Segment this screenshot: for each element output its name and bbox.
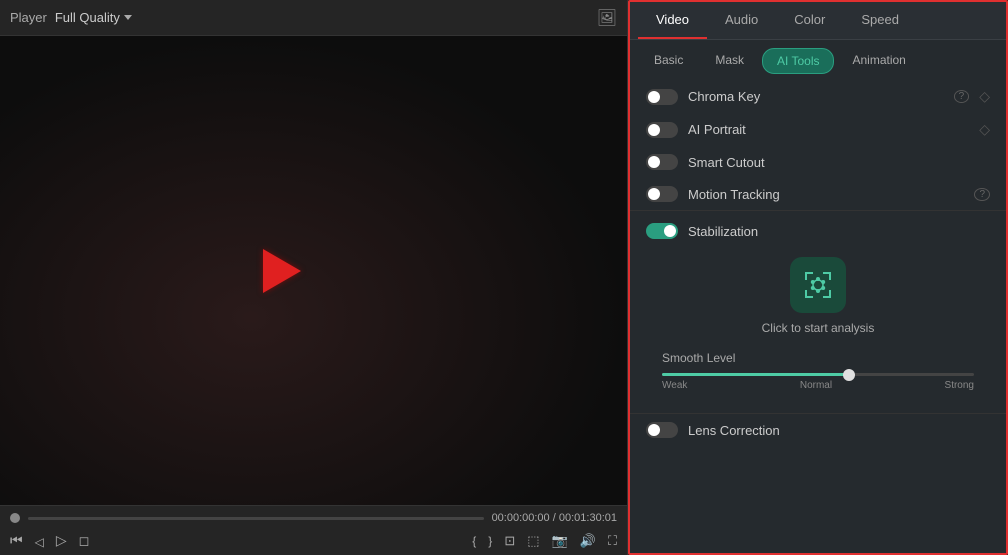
- smooth-level-labels: Weak Normal Strong: [662, 380, 974, 391]
- controls-right: { } ⊡ ⬚ 📷 🔊 ⛶: [472, 533, 617, 549]
- subtab-basic[interactable]: Basic: [640, 48, 697, 74]
- mark-out-button[interactable]: }: [488, 534, 492, 548]
- motion-tracking-help-icon[interactable]: ?: [974, 188, 990, 201]
- chroma-key-toggle[interactable]: [646, 89, 678, 105]
- lens-correction-row[interactable]: Lens Correction: [630, 413, 1006, 446]
- ai-portrait-reset-icon[interactable]: ◇: [979, 121, 990, 138]
- fullscreen-button[interactable]: ⛶: [608, 533, 617, 549]
- tool-item-ai-portrait[interactable]: AI Portrait ◇: [630, 113, 1006, 146]
- controls-row: { } ⊡ ⬚ 📷 🔊 ⛶: [10, 530, 617, 551]
- timeline-section: 00:00:00:00 / 00:01:30:01: [0, 505, 627, 555]
- stabilization-toggle[interactable]: [646, 223, 678, 239]
- video-preview: [0, 36, 627, 505]
- playhead-dot[interactable]: [10, 513, 20, 523]
- video-background: [0, 36, 627, 505]
- lens-correction-label: Lens Correction: [688, 423, 990, 438]
- sub-tabs: Basic Mask AI Tools Animation: [630, 40, 1006, 74]
- tab-speed[interactable]: Speed: [843, 2, 917, 39]
- progress-track[interactable]: [28, 517, 484, 520]
- play-button[interactable]: [56, 532, 67, 549]
- tab-color[interactable]: Color: [776, 2, 843, 39]
- motion-tracking-label: Motion Tracking: [688, 187, 962, 202]
- volume-button[interactable]: 🔊: [580, 533, 596, 549]
- chroma-key-help-icon[interactable]: ?: [954, 90, 970, 103]
- ai-portrait-toggle[interactable]: [646, 122, 678, 138]
- export-button[interactable]: ⬚: [527, 533, 539, 549]
- stabilization-section: Stabilization: [630, 210, 1006, 413]
- analysis-svg-icon: [801, 268, 835, 302]
- time-display: 00:00:00:00 / 00:01:30:01: [492, 512, 617, 524]
- analysis-icon-button[interactable]: [790, 257, 846, 313]
- subtab-mask[interactable]: Mask: [701, 48, 758, 74]
- smooth-level-fill: [662, 373, 849, 376]
- play-slow-button[interactable]: [35, 533, 44, 549]
- player-label: Player: [10, 10, 47, 25]
- time-total: 00:01:30:01: [559, 512, 617, 524]
- smooth-level-track[interactable]: [662, 373, 974, 376]
- right-panel: Video Audio Color Speed Basic Mask AI To…: [628, 0, 1008, 555]
- image-icon: 🖼: [597, 10, 617, 27]
- smooth-normal-label: Normal: [800, 380, 832, 391]
- subtab-animation[interactable]: Animation: [838, 48, 919, 74]
- motion-tracking-knob: [648, 188, 660, 200]
- chroma-key-reset-icon[interactable]: ◇: [979, 88, 990, 105]
- smooth-level-thumb[interactable]: [843, 369, 855, 381]
- tool-item-chroma-key[interactable]: Chroma Key ? ◇: [630, 80, 1006, 113]
- snapshot-button[interactable]: 📷: [552, 533, 568, 549]
- smooth-level-label: Smooth Level: [662, 351, 974, 365]
- tab-video[interactable]: Video: [638, 2, 707, 39]
- stop-icon: [79, 532, 90, 549]
- progress-bar-container: 00:00:00:00 / 00:01:30:01: [10, 512, 617, 524]
- chevron-down-icon: [124, 15, 132, 20]
- smart-cutout-label: Smart Cutout: [688, 155, 990, 170]
- smooth-strong-label: Strong: [945, 380, 974, 391]
- smooth-level-section: Smooth Level Weak Normal Strong: [646, 345, 990, 401]
- smart-cutout-toggle[interactable]: [646, 154, 678, 170]
- stabilization-label: Stabilization: [688, 224, 990, 239]
- stabilization-knob: [664, 225, 676, 237]
- play-icon: [56, 532, 67, 549]
- smooth-weak-label: Weak: [662, 380, 687, 391]
- player-header: Player Full Quality 🖼: [0, 0, 627, 36]
- red-arrow-icon: [263, 249, 301, 293]
- stop-button[interactable]: [79, 532, 90, 549]
- lens-correction-toggle[interactable]: [646, 422, 678, 438]
- ai-portrait-knob: [648, 124, 660, 136]
- mark-in-button[interactable]: {: [472, 534, 476, 548]
- time-current: 00:00:00:00: [492, 512, 550, 524]
- analysis-text[interactable]: Click to start analysis: [762, 321, 875, 335]
- trim-button[interactable]: ⊡: [504, 533, 515, 549]
- skip-back-button[interactable]: [10, 532, 23, 549]
- subtab-ai-tools[interactable]: AI Tools: [762, 48, 834, 74]
- tool-item-motion-tracking[interactable]: Motion Tracking ?: [630, 178, 1006, 210]
- tab-audio[interactable]: Audio: [707, 2, 776, 39]
- ai-tools-list: Chroma Key ? ◇ AI Portrait ◇ Smart Cutou…: [630, 74, 1006, 553]
- smart-cutout-knob: [648, 156, 660, 168]
- chroma-key-label: Chroma Key: [688, 89, 942, 104]
- skip-back-icon: [10, 532, 23, 549]
- quality-label: Full Quality: [55, 10, 120, 25]
- controls-left: [10, 532, 89, 549]
- lens-correction-knob: [648, 424, 660, 436]
- analysis-button-area: Click to start analysis: [646, 247, 990, 345]
- play-slow-icon: [35, 533, 44, 549]
- arrow-overlay: [263, 249, 301, 293]
- tool-item-smart-cutout[interactable]: Smart Cutout: [630, 146, 1006, 178]
- player-header-right: 🖼: [597, 8, 617, 28]
- chroma-key-knob: [648, 91, 660, 103]
- ai-portrait-label: AI Portrait: [688, 122, 969, 137]
- motion-tracking-toggle[interactable]: [646, 186, 678, 202]
- stabilization-item[interactable]: Stabilization: [646, 223, 990, 247]
- quality-selector[interactable]: Full Quality: [55, 10, 132, 25]
- left-panel: Player Full Quality 🖼 00: [0, 0, 628, 555]
- top-tabs: Video Audio Color Speed: [630, 2, 1006, 40]
